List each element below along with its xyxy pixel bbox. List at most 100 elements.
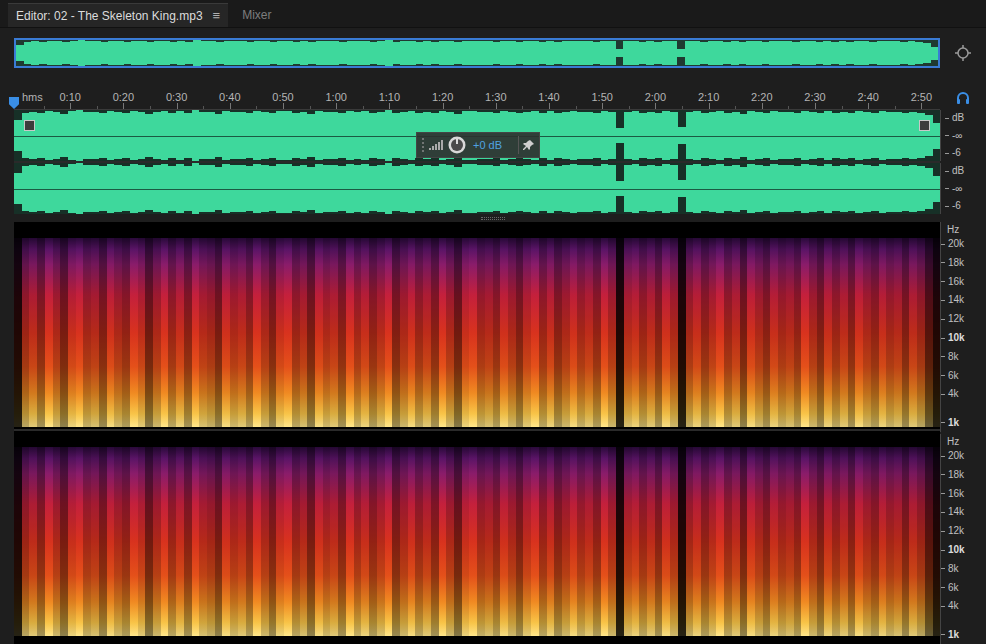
time-ruler[interactable]: hms0:100:200:300:400:501:001:101:201:301…	[14, 86, 940, 110]
hz-scale-row: 20k	[941, 238, 964, 250]
hud-separator	[518, 136, 519, 154]
overview-bar	[108, 41, 116, 65]
hz-label: 16k	[948, 276, 964, 288]
overview-bar	[347, 41, 355, 66]
overview-bar	[877, 41, 885, 65]
volume-knob-icon[interactable]	[447, 135, 467, 155]
tab-menu-icon[interactable]: ≡	[213, 6, 221, 26]
spectrogram-column	[361, 238, 369, 427]
spectrogram-channel[interactable]	[14, 222, 940, 429]
overview-bar	[892, 41, 900, 65]
spectrogram-channel[interactable]	[14, 431, 940, 644]
spectrogram-column	[655, 238, 663, 427]
playhead[interactable]	[9, 97, 19, 109]
spectrogram-column	[647, 447, 655, 636]
spectrogram-column	[632, 447, 640, 636]
spectrogram-column	[91, 447, 99, 636]
spectrogram-column	[886, 238, 894, 427]
overview-bar	[39, 42, 47, 64]
hz-scale-row: 1k	[941, 629, 959, 641]
spectrogram-column	[207, 447, 215, 636]
spectrogram-column	[238, 238, 246, 427]
scale-tick	[941, 319, 945, 320]
scale-tick	[941, 262, 945, 263]
spectrogram-column	[585, 238, 593, 427]
spectrogram-column	[184, 447, 192, 636]
hz-scale-row: 10k	[941, 332, 965, 344]
overview-bar	[716, 41, 724, 66]
overview-bar	[854, 41, 862, 65]
overview-waveform[interactable]	[14, 38, 940, 68]
spectrogram-column	[276, 238, 284, 427]
scale-tick	[941, 512, 945, 513]
hz-label: 12k	[948, 313, 964, 325]
overview-bar	[493, 42, 501, 65]
scale-tick	[941, 634, 945, 635]
waveform-channel[interactable]	[14, 163, 940, 214]
spectrogram-column	[577, 447, 585, 636]
hz-label: 20k	[948, 450, 964, 462]
spectrogram-column	[377, 238, 385, 427]
spectrogram-column	[539, 238, 547, 427]
spectrogram-area[interactable]	[14, 447, 940, 636]
volume-reading[interactable]: +0 dB	[473, 137, 502, 154]
overview-bar	[769, 41, 777, 65]
headphones-icon[interactable]	[956, 91, 970, 105]
spectrogram-column	[215, 238, 223, 427]
db-label: -∞	[952, 183, 962, 195]
overview-bar	[908, 41, 916, 65]
spectrogram-column	[168, 447, 176, 636]
spectrogram-column	[22, 238, 30, 427]
spectrogram-column	[29, 238, 37, 427]
zoom-icon[interactable]	[954, 44, 972, 62]
pin-icon[interactable]	[523, 139, 535, 151]
spectrogram-column	[809, 447, 817, 636]
editor-tab[interactable]: Editor: 02 - The Skeleton King.mp3 ≡	[8, 3, 228, 27]
spectrogram-column	[222, 238, 230, 427]
overview-bar	[300, 41, 308, 65]
spectrogram-column	[593, 447, 601, 636]
spectrogram-column	[516, 447, 524, 636]
hz-label: 4k	[948, 388, 959, 400]
spectrogram-column	[184, 238, 192, 427]
spectrogram-column	[817, 238, 825, 427]
spectrogram-column	[14, 238, 22, 427]
spectrogram-column	[338, 238, 346, 427]
spectrogram-column	[608, 447, 616, 636]
overview-bar	[316, 41, 324, 65]
editor-tab[interactable]: Mixer	[232, 3, 281, 27]
db-label: dB	[952, 165, 964, 177]
spectrogram-column	[60, 447, 68, 636]
pin-button[interactable]	[523, 139, 535, 151]
spectrogram-area[interactable]	[14, 238, 940, 427]
spectrogram-column	[848, 447, 856, 636]
spectrogram-column	[840, 238, 848, 427]
fade-out-handle[interactable]	[919, 120, 930, 131]
hz-unit: Hz	[947, 224, 959, 236]
overview-bar	[546, 41, 554, 65]
panel-divider[interactable]	[481, 217, 505, 220]
volume-hud[interactable]: +0 dB	[416, 132, 540, 158]
tick-line	[230, 103, 231, 109]
overview-bar	[324, 41, 332, 64]
db-label: -∞	[952, 130, 962, 142]
overview-bar	[816, 42, 824, 64]
grip-icon[interactable]	[421, 136, 425, 154]
overview-bar	[377, 41, 385, 65]
spectrogram-column	[917, 447, 925, 636]
tab-label: Editor: 02 - The Skeleton King.mp3	[16, 7, 203, 25]
spectrogram-column	[292, 238, 300, 427]
fade-in-handle[interactable]	[24, 120, 35, 131]
hz-label: 16k	[948, 488, 964, 500]
overview-bar	[485, 41, 493, 65]
tick-line	[655, 103, 656, 109]
spectrogram-column	[114, 447, 122, 636]
spectrogram-column	[824, 447, 832, 636]
hz-scale-row: 14k	[941, 294, 964, 306]
hz-scale-row: 6k	[941, 370, 959, 382]
spectrogram-column	[655, 447, 663, 636]
spectrogram-column	[763, 447, 771, 636]
spectrogram-column	[724, 238, 732, 427]
spectrogram-column	[508, 447, 516, 636]
spectrogram-column	[485, 447, 493, 636]
